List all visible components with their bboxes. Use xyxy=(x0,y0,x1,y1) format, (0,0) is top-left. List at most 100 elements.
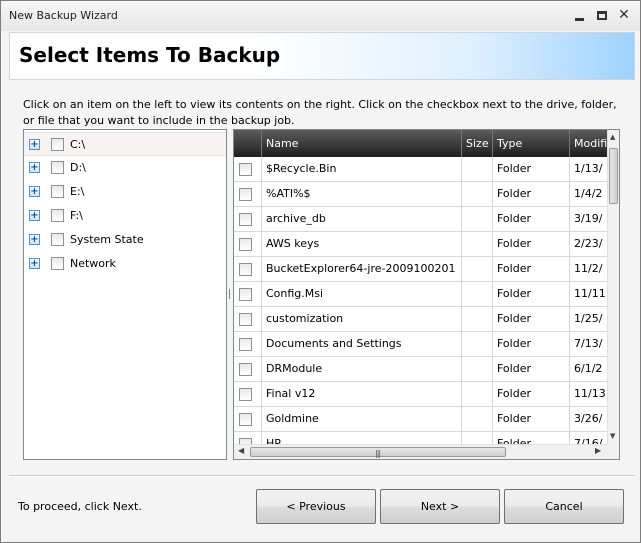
item-name: customization xyxy=(262,307,462,332)
item-size xyxy=(462,307,493,332)
tree-item-d-drive[interactable]: + D:\ xyxy=(24,156,226,180)
row-checkbox[interactable] xyxy=(239,313,252,326)
contents-list[interactable]: Name Size Type Modified $Recycle.Bin Fol… xyxy=(233,129,620,460)
item-modified: 3/19/ xyxy=(574,212,603,225)
item-type: Folder xyxy=(493,432,570,444)
tree-checkbox[interactable] xyxy=(51,233,64,246)
vertical-scroll-thumb[interactable] xyxy=(609,148,618,204)
tree-item-f-drive[interactable]: + F:\ xyxy=(24,204,226,228)
expand-plus-icon[interactable]: + xyxy=(29,139,40,150)
list-item[interactable]: customization Folder 1/25/ xyxy=(234,307,607,332)
item-modified: 11/13 xyxy=(574,387,606,400)
scroll-up-icon[interactable]: ▲ xyxy=(610,133,615,141)
row-checkbox[interactable] xyxy=(239,363,252,376)
column-header-type[interactable]: Type xyxy=(493,130,570,157)
item-name: archive_db xyxy=(262,207,462,232)
tree-item-network[interactable]: + Network xyxy=(24,252,226,276)
item-type: Folder xyxy=(493,257,570,282)
expand-plus-icon[interactable]: + xyxy=(29,162,40,173)
column-header-name[interactable]: Name xyxy=(262,130,462,157)
list-item[interactable]: HP Folder 7/16/ xyxy=(234,432,607,444)
column-header-check[interactable] xyxy=(234,130,262,157)
list-item[interactable]: Final v12 Folder 11/13 xyxy=(234,382,607,407)
tree-item-label: System State xyxy=(70,233,144,246)
row-checkbox[interactable] xyxy=(239,338,252,351)
window-title: New Backup Wizard xyxy=(9,9,118,22)
list-item[interactable]: $Recycle.Bin Folder 1/13/ xyxy=(234,157,607,182)
tree-item-label: Network xyxy=(70,257,116,270)
item-modified: 1/4/2 xyxy=(574,187,603,200)
item-modified: 11/11 xyxy=(574,287,606,300)
tree-item-label: D:\ xyxy=(70,161,86,174)
previous-button[interactable]: < Previous xyxy=(256,489,376,524)
item-type: Folder xyxy=(493,307,570,332)
list-item[interactable]: %ATI%$ Folder 1/4/2 xyxy=(234,182,607,207)
splitter-grip-icon xyxy=(229,289,230,299)
row-checkbox[interactable] xyxy=(239,288,252,301)
horizontal-scrollbar[interactable]: ◀ ||| ▶ xyxy=(234,444,607,459)
column-header-modified[interactable]: Modified xyxy=(570,130,610,157)
instructions-text: Click on an item on the left to view its… xyxy=(23,98,617,127)
tree-item-label: F:\ xyxy=(70,209,83,222)
item-modified: 2/23/ xyxy=(574,237,603,250)
list-item[interactable]: AWS keys Folder 2/23/ xyxy=(234,232,607,257)
item-modified: 7/13/ xyxy=(574,337,603,350)
footer-hint: To proceed, click Next. xyxy=(18,500,142,513)
row-checkbox[interactable] xyxy=(239,263,252,276)
expand-plus-icon[interactable]: + xyxy=(29,234,40,245)
list-header: Name Size Type Modified xyxy=(234,130,619,157)
item-name: Goldmine xyxy=(262,407,462,432)
tree-checkbox[interactable] xyxy=(51,257,64,270)
close-icon[interactable]: ✕ xyxy=(615,7,633,23)
item-type: Folder xyxy=(493,157,570,182)
row-checkbox[interactable] xyxy=(239,188,252,201)
item-size xyxy=(462,382,493,407)
page-title: Select Items To Backup xyxy=(19,43,281,67)
horizontal-scroll-thumb[interactable]: ||| xyxy=(250,447,506,458)
title-bar[interactable]: New Backup Wizard ✕ xyxy=(1,1,640,31)
item-modified: 1/25/ xyxy=(574,312,603,325)
list-item[interactable]: archive_db Folder 3/19/ xyxy=(234,207,607,232)
list-body: $Recycle.Bin Folder 1/13/ %ATI%$ Folder … xyxy=(234,157,607,444)
maximize-icon[interactable] xyxy=(593,7,611,23)
tree-item-c-drive[interactable]: + C:\ xyxy=(24,132,226,156)
item-type: Folder xyxy=(493,407,570,432)
tree-checkbox[interactable] xyxy=(51,161,64,174)
item-size xyxy=(462,357,493,382)
expand-plus-icon[interactable]: + xyxy=(29,186,40,197)
row-checkbox[interactable] xyxy=(239,213,252,226)
column-header-size[interactable]: Size xyxy=(462,130,493,157)
list-item[interactable]: Goldmine Folder 3/26/ xyxy=(234,407,607,432)
item-modified: 1/13/ xyxy=(574,162,603,175)
row-checkbox[interactable] xyxy=(239,163,252,176)
expand-plus-icon[interactable]: + xyxy=(29,210,40,221)
tree-checkbox[interactable] xyxy=(51,185,64,198)
item-name: Config.Msi xyxy=(262,282,462,307)
drive-tree[interactable]: + C:\ + D:\ + E:\ + F:\ + System State +… xyxy=(23,129,227,460)
list-item[interactable]: DRModule Folder 6/1/2 xyxy=(234,357,607,382)
scroll-left-icon[interactable]: ◀ xyxy=(238,446,244,455)
expand-plus-icon[interactable]: + xyxy=(29,258,40,269)
tree-item-label: E:\ xyxy=(70,185,85,198)
tree-item-system-state[interactable]: + System State xyxy=(24,228,226,252)
row-checkbox[interactable] xyxy=(239,413,252,426)
list-item[interactable]: Config.Msi Folder 11/11 xyxy=(234,282,607,307)
row-checkbox[interactable] xyxy=(239,238,252,251)
item-modified: 7/16/ xyxy=(574,437,603,444)
cancel-button[interactable]: Cancel xyxy=(504,489,624,524)
footer-divider xyxy=(9,475,635,477)
list-item[interactable]: Documents and Settings Folder 7/13/ xyxy=(234,332,607,357)
vertical-scrollbar[interactable]: ▲ ▼ xyxy=(607,130,619,444)
tree-item-e-drive[interactable]: + E:\ xyxy=(24,180,226,204)
scroll-right-icon[interactable]: ▶ xyxy=(595,446,601,455)
tree-checkbox[interactable] xyxy=(51,138,64,151)
list-item[interactable]: BucketExplorer64-jre-2009100201 Folder 1… xyxy=(234,257,607,282)
minimize-icon[interactable] xyxy=(570,7,588,23)
row-checkbox[interactable] xyxy=(239,388,252,401)
next-button[interactable]: Next > xyxy=(380,489,500,524)
item-name: DRModule xyxy=(262,357,462,382)
item-size xyxy=(462,432,493,444)
tree-checkbox[interactable] xyxy=(51,209,64,222)
scroll-down-icon[interactable]: ▼ xyxy=(610,432,615,440)
item-size xyxy=(462,232,493,257)
